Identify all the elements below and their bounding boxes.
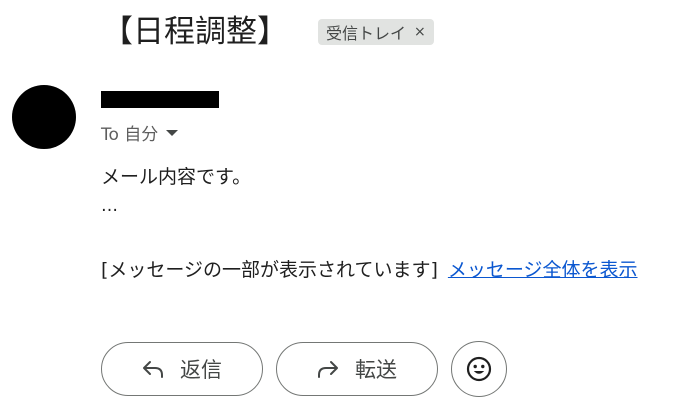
reply-arrow-icon xyxy=(142,360,164,378)
reply-label: 返信 xyxy=(180,358,222,382)
reply-button[interactable]: 返信 xyxy=(101,342,263,396)
emoji-reaction-button[interactable] xyxy=(451,341,507,397)
forward-arrow-icon xyxy=(317,360,339,378)
recipient-line: To 自分 xyxy=(101,120,179,145)
inbox-label-text: 受信トレイ xyxy=(326,24,407,43)
remove-label-icon[interactable]: × xyxy=(414,24,426,40)
sender-name-redacted xyxy=(101,91,219,108)
inbox-label-chip[interactable]: 受信トレイ × xyxy=(318,19,434,45)
email-body-text: メール内容です。 xyxy=(101,166,252,188)
sender-avatar[interactable] xyxy=(12,85,76,149)
clipped-message-notice: [メッセージの一部が表示されています] xyxy=(101,259,438,281)
email-subject: 【日程調整】 xyxy=(102,14,288,50)
view-entire-message-link[interactable]: メッセージ全体を表示 xyxy=(448,255,638,282)
forward-label: 転送 xyxy=(355,358,397,382)
clipped-message-row: [メッセージの一部が表示されています] メッセージ全体を表示 xyxy=(101,255,638,282)
smiley-icon xyxy=(466,356,492,382)
forward-button[interactable]: 転送 xyxy=(276,342,438,396)
recipient-text: To 自分 xyxy=(101,125,159,145)
trimmed-content-ellipsis[interactable]: … xyxy=(101,196,119,216)
subject-row: 【日程調整】 受信トレイ × xyxy=(102,8,434,56)
recipient-details-dropdown-icon[interactable] xyxy=(166,129,179,136)
